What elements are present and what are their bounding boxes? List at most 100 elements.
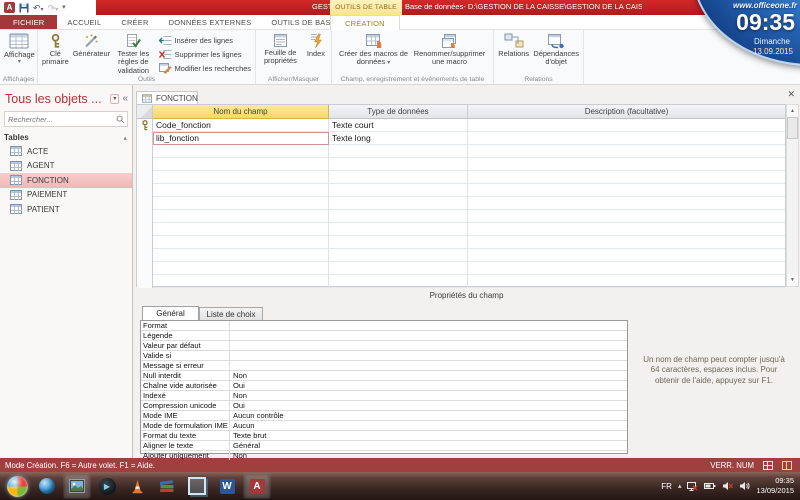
grid-empty-row[interactable] bbox=[137, 210, 785, 223]
grid-empty-row[interactable] bbox=[137, 275, 785, 288]
document-tab-fonction[interactable]: FONCTION bbox=[136, 91, 198, 104]
property-value[interactable]: Aucun bbox=[230, 421, 627, 430]
property-row: Null interditNon bbox=[141, 371, 627, 381]
battery-icon[interactable] bbox=[704, 482, 716, 490]
taskbar-item-globe[interactable] bbox=[34, 474, 60, 498]
primary-key-button[interactable]: Clé primaire bbox=[40, 32, 71, 68]
redo-icon[interactable]: ↷▾ bbox=[48, 3, 59, 13]
language-indicator[interactable]: FR bbox=[661, 482, 672, 491]
taskbar-item-word[interactable]: W bbox=[214, 474, 240, 498]
taskbar-item-image-viewer[interactable] bbox=[64, 474, 90, 498]
taskbar-item-dictionary[interactable] bbox=[154, 474, 180, 498]
taskbar-item-media-player[interactable]: ▶ bbox=[94, 474, 120, 498]
scrollbar-thumb[interactable] bbox=[787, 117, 798, 139]
tab-donnees-externes[interactable]: DONNÉES EXTERNES bbox=[159, 15, 262, 29]
grid-empty-row[interactable] bbox=[137, 184, 785, 197]
design-view-status-icon[interactable] bbox=[782, 461, 792, 470]
property-value[interactable] bbox=[230, 361, 627, 370]
tab-general[interactable]: Général bbox=[142, 306, 199, 320]
nav-item-acte[interactable]: ACTE bbox=[0, 144, 132, 159]
nav-item-agent[interactable]: AGENT bbox=[0, 159, 132, 174]
field-name-cell[interactable]: Code_fonction bbox=[153, 119, 329, 132]
nav-group-tables[interactable]: Tables ▴ bbox=[0, 130, 132, 144]
nav-menu-icon[interactable]: ▾ bbox=[110, 94, 119, 104]
tab-liste-de-choix[interactable]: Liste de choix bbox=[199, 307, 263, 320]
nav-item-paiement[interactable]: PAIEMENT bbox=[0, 188, 132, 203]
relationships-button[interactable]: Relations bbox=[496, 32, 531, 59]
access-app-icon[interactable]: A bbox=[4, 2, 15, 13]
vertical-scrollbar[interactable]: ▲ ▼ bbox=[786, 104, 799, 287]
grid-empty-row[interactable] bbox=[137, 145, 785, 158]
property-value[interactable]: Oui bbox=[230, 381, 627, 390]
search-icon[interactable] bbox=[116, 115, 127, 124]
save-icon[interactable] bbox=[19, 3, 29, 13]
customize-qat-icon[interactable]: ▾ bbox=[62, 3, 66, 13]
column-header-description[interactable]: Description (facultative) bbox=[468, 105, 785, 119]
property-value[interactable]: Non bbox=[230, 391, 627, 400]
insert-rows-icon bbox=[159, 35, 172, 46]
row-selector[interactable] bbox=[137, 119, 153, 132]
grid-empty-row[interactable] bbox=[137, 236, 785, 249]
nav-item-patient[interactable]: PATIENT bbox=[0, 202, 132, 217]
delete-rows-button[interactable]: Supprimer les lignes bbox=[159, 49, 251, 60]
taskbar-item-access[interactable]: A bbox=[244, 474, 270, 498]
collapse-group-icon[interactable]: ▴ bbox=[123, 134, 127, 142]
row-selector[interactable] bbox=[137, 132, 153, 145]
network-error-icon[interactable] bbox=[687, 481, 698, 492]
insert-rows-button[interactable]: Insérer des lignes bbox=[159, 35, 251, 46]
grid-empty-row[interactable] bbox=[137, 158, 785, 171]
volume-icon[interactable] bbox=[739, 481, 750, 491]
select-all-corner[interactable] bbox=[137, 105, 153, 119]
data-type-cell[interactable]: Texte court bbox=[329, 119, 468, 132]
taskbar-clock[interactable]: 09:35 13/09/2015 bbox=[756, 476, 797, 496]
datasheet-view-status-icon[interactable] bbox=[763, 461, 773, 470]
grid-empty-row[interactable] bbox=[137, 249, 785, 262]
tab-creer[interactable]: CRÉER bbox=[111, 15, 158, 29]
description-cell[interactable] bbox=[468, 132, 785, 145]
audio-muted-icon[interactable] bbox=[722, 481, 733, 491]
scroll-up-icon[interactable]: ▲ bbox=[787, 105, 798, 117]
close-document-icon[interactable]: ✕ bbox=[787, 90, 795, 99]
property-value[interactable]: Non bbox=[230, 371, 627, 380]
start-button[interactable] bbox=[4, 474, 30, 498]
grid-empty-row[interactable] bbox=[137, 197, 785, 210]
search-input[interactable] bbox=[5, 115, 116, 124]
undo-icon[interactable]: ↶▾ bbox=[33, 3, 44, 13]
description-cell[interactable] bbox=[468, 119, 785, 132]
property-value[interactable]: Aucun contrôle bbox=[230, 411, 627, 420]
modify-lookups-button[interactable]: Modifier les recherches bbox=[159, 63, 251, 74]
column-header-field-name[interactable]: Nom du champ bbox=[153, 105, 329, 119]
property-value[interactable] bbox=[230, 341, 627, 350]
shutter-bar-close-icon[interactable]: « bbox=[122, 94, 128, 104]
field-name-cell-current[interactable]: lib_fonction bbox=[153, 132, 329, 145]
show-hidden-icons[interactable]: ▴ bbox=[678, 482, 682, 490]
property-sheet-button[interactable]: Feuille de propriétés bbox=[258, 32, 303, 67]
property-value[interactable] bbox=[230, 351, 627, 360]
property-value[interactable]: Texte brut bbox=[230, 431, 627, 440]
column-header-data-type[interactable]: Type de données bbox=[329, 105, 468, 119]
property-value[interactable] bbox=[230, 331, 627, 340]
tab-fichier[interactable]: FICHIER bbox=[0, 15, 57, 29]
builder-button[interactable]: Générateur bbox=[71, 32, 112, 59]
create-data-macros-button[interactable]: Créer des macros de données ▾ bbox=[337, 32, 411, 68]
property-value[interactable]: Non bbox=[230, 451, 627, 460]
property-value[interactable]: Oui bbox=[230, 401, 627, 410]
property-value[interactable]: Général bbox=[230, 441, 627, 450]
data-type-cell[interactable]: Texte long bbox=[329, 132, 468, 145]
grid-empty-row[interactable] bbox=[137, 262, 785, 275]
rename-delete-macro-button[interactable]: Renommer/supprimer une macro bbox=[411, 32, 489, 68]
tab-accueil[interactable]: ACCUEIL bbox=[57, 15, 111, 29]
grid-empty-row[interactable] bbox=[137, 171, 785, 184]
tab-creation[interactable]: CRÉATION bbox=[330, 15, 400, 30]
nav-item-fonction[interactable]: FONCTION bbox=[0, 173, 132, 188]
view-button[interactable]: Affichage ▾ bbox=[2, 32, 37, 65]
test-validation-rules-button[interactable]: Tester les règles de validation bbox=[112, 32, 155, 76]
nav-pane-header[interactable]: Tous les objets ... ▾ « bbox=[0, 85, 132, 110]
scroll-down-icon[interactable]: ▼ bbox=[787, 274, 798, 286]
indexes-button[interactable]: Index bbox=[303, 32, 329, 59]
taskbar-item-vlc[interactable] bbox=[124, 474, 150, 498]
property-value[interactable] bbox=[230, 321, 627, 330]
object-dependencies-button[interactable]: Dépendances d'objet bbox=[531, 32, 581, 68]
taskbar-item-3d-app[interactable] bbox=[184, 474, 210, 498]
grid-empty-row[interactable] bbox=[137, 223, 785, 236]
